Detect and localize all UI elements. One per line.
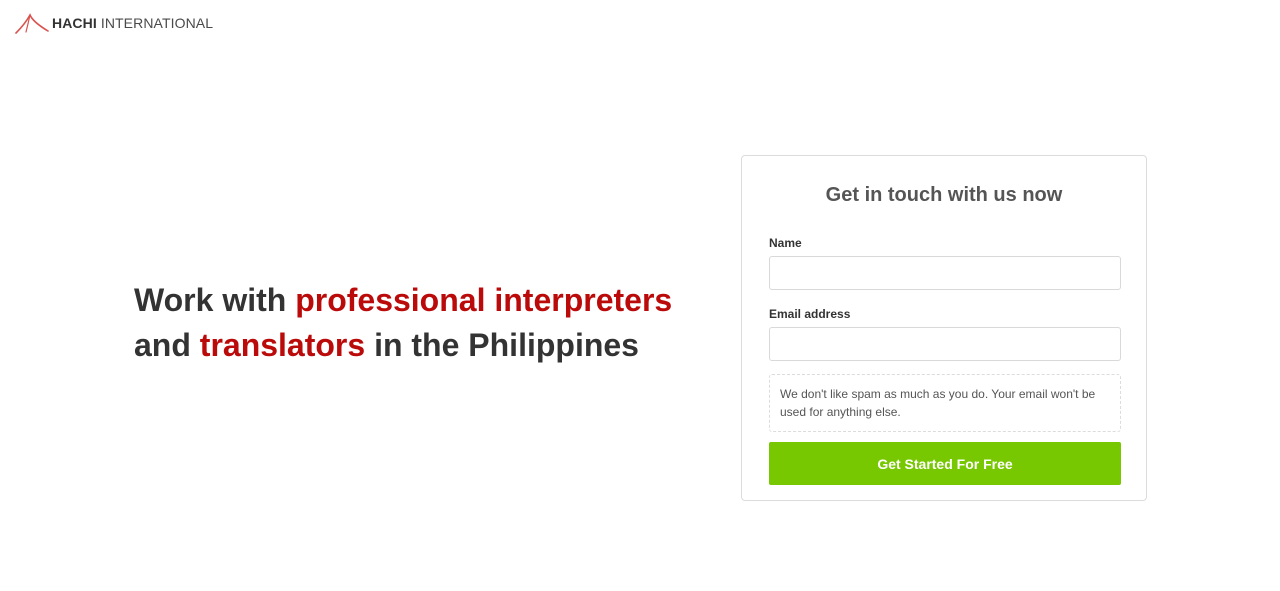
get-started-button[interactable]: Get Started For Free (769, 442, 1121, 485)
name-input[interactable] (769, 256, 1121, 290)
contact-form-card: Get in touch with us now Name Email addr… (741, 155, 1147, 501)
brand-logo[interactable]: HACHI INTERNATIONAL (14, 12, 213, 34)
form-title: Get in touch with us now (825, 184, 1063, 206)
hero-line1-prefix: Work with (134, 282, 296, 318)
landing-page: HACHI INTERNATIONAL Work with profession… (0, 0, 1280, 591)
name-label: Name (769, 236, 802, 250)
brand-name: HACHI INTERNATIONAL (52, 15, 213, 31)
brand-name-rest: INTERNATIONAL (96, 15, 214, 31)
hero-line2-prefix: and (134, 327, 200, 363)
hero-line2-accent: translators (199, 327, 366, 363)
email-label: Email address (769, 307, 851, 321)
brand-name-bold: HACHI (52, 15, 97, 31)
hero-line2-suffix: in the Philippines (365, 327, 639, 363)
email-input[interactable] (769, 327, 1121, 361)
hero-line1-accent: professional interpreters (295, 282, 673, 318)
hero-headline: Work with professional interpreters and t… (134, 278, 714, 368)
spam-notice: We don't like spam as much as you do. Yo… (769, 374, 1121, 432)
hachi-logo-mark-icon (15, 13, 49, 34)
